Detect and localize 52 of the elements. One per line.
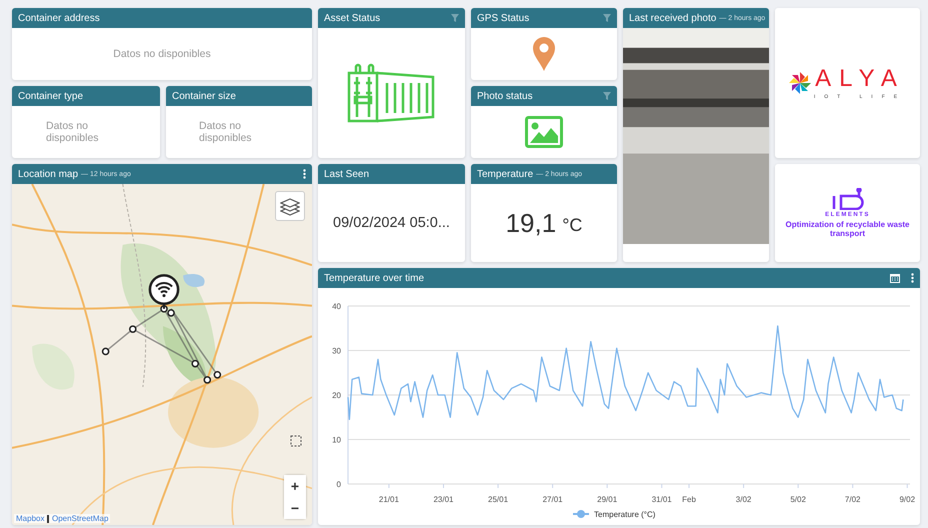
axis-label: 7/02	[844, 495, 860, 504]
card-title: Temperature	[477, 168, 534, 180]
no-data-text: Datos no disponibles	[199, 120, 253, 144]
temperature-unit: °C	[562, 214, 582, 236]
axis-label: Feb	[682, 495, 696, 504]
axis-label: 0	[336, 480, 341, 489]
attribution-link[interactable]: Mapbox	[16, 514, 44, 523]
logo-text: ALYA	[815, 66, 905, 90]
axis-label: 20	[332, 391, 341, 400]
axis-label: 23/01	[433, 495, 454, 504]
card-title: Last Seen	[324, 168, 370, 180]
more-icon[interactable]	[911, 273, 914, 283]
axis-label: 29/01	[597, 495, 618, 504]
box-select-icon[interactable]	[290, 435, 302, 447]
axis-label: 40	[332, 302, 341, 311]
more-icon[interactable]	[303, 169, 306, 179]
legend-label[interactable]: Temperature (°C)	[594, 510, 656, 519]
axis-label: 30	[332, 346, 341, 356]
pinwheel-icon	[788, 72, 811, 94]
axis-label: 27/01	[542, 495, 563, 504]
axis-label: 31/01	[652, 495, 672, 504]
layers-button[interactable]	[275, 191, 305, 221]
card-title: Last received photo	[629, 12, 716, 24]
axis-label: 21/01	[378, 495, 399, 504]
shipping-container-icon	[346, 63, 436, 123]
axis-label: 10	[332, 436, 341, 444]
axis-label: 5/02	[790, 495, 806, 504]
zoom-out-button[interactable]: −	[284, 497, 306, 519]
calendar-icon[interactable]	[890, 273, 900, 283]
legend-marker-icon[interactable]	[573, 510, 589, 518]
logo-icon	[830, 188, 864, 210]
no-data-text: Datos no disponibles	[113, 48, 211, 60]
image-icon	[525, 116, 563, 148]
temperature-value: 19,1	[506, 208, 556, 238]
card-title: Container type	[18, 90, 84, 102]
axis-label: 9/02	[899, 495, 916, 504]
wifi-marker-icon[interactable]	[148, 274, 180, 309]
axis-label: 25/01	[488, 495, 508, 504]
zoom-in-button[interactable]: +	[284, 475, 306, 497]
attribution-link[interactable]: OpenStreetMap	[52, 514, 108, 523]
axis-label: 3/02	[736, 495, 752, 504]
card-title: Photo status	[477, 90, 533, 102]
card-title: Container size	[172, 90, 236, 102]
card-title: GPS Status	[477, 12, 530, 24]
logo-caption: Optimization of recyclable waste transport	[784, 220, 911, 238]
last-seen-value: 09/02/2024 05:0...	[333, 215, 450, 231]
card-title: Temperature over time	[324, 272, 424, 284]
location-pin-icon	[533, 37, 555, 71]
card-title: Location map	[18, 168, 78, 180]
no-data-text: Datos no disponibles	[46, 120, 100, 144]
card-title: Container address	[18, 12, 100, 24]
card-title: Asset Status	[324, 12, 380, 24]
